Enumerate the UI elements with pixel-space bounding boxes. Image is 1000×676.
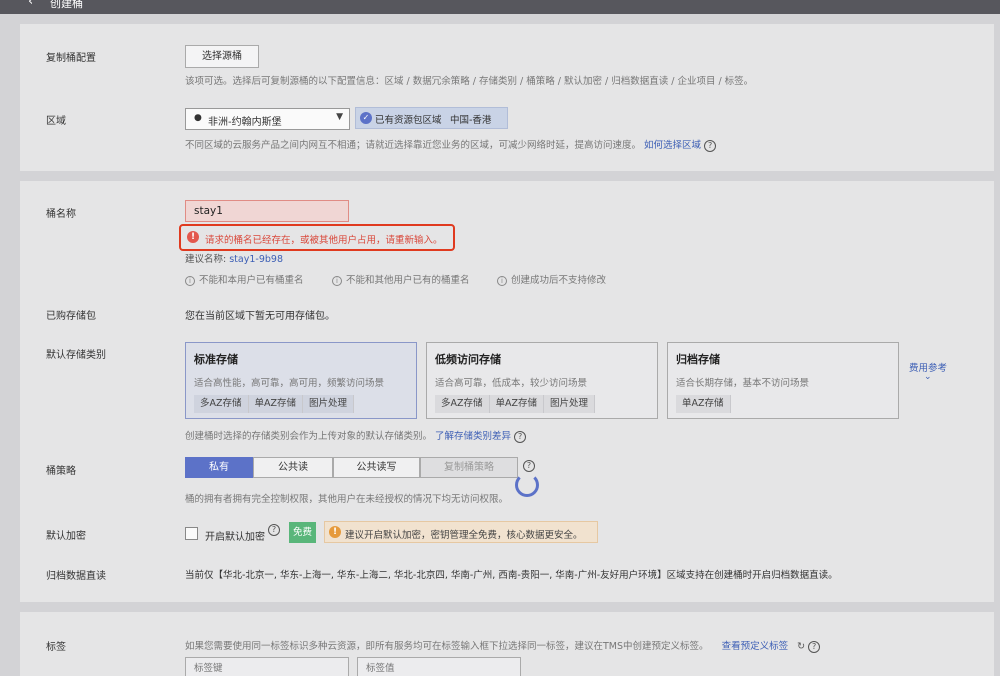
single-az-tag: 单AZ存储	[248, 395, 304, 413]
archive-label: 归档数据直读	[46, 571, 106, 582]
policy-label: 桶策略	[46, 466, 76, 477]
bucket-name-value: stay1	[194, 205, 223, 217]
image-processing-tag: 图片处理	[303, 395, 355, 413]
warning-icon: !	[329, 526, 341, 538]
help-icon[interactable]: ?	[808, 640, 821, 653]
storage-class-hint: 创建桶时选择的存储类别会作为上传对象的默认存储类别。 了解存储类别差异 ?	[185, 428, 527, 443]
package-text: 您在当前区域下暂无可用存储包。	[185, 311, 335, 322]
free-badge: 免费	[289, 522, 316, 543]
select-source-bucket-button[interactable]: 选择源桶	[185, 45, 259, 68]
storage-tags: 单AZ存储	[676, 395, 731, 413]
help-icon[interactable]: ?	[514, 430, 527, 443]
policy-copy-button[interactable]: 复制桶策略	[420, 457, 518, 478]
storage-class-diff-link[interactable]: 了解存储类别差异	[435, 431, 511, 442]
tags-label: 标签	[46, 642, 66, 653]
rule-hint-2: i 不能和其他用户已有的桶重名	[332, 272, 470, 286]
policy-public-read-write-button[interactable]: 公共读写	[333, 457, 420, 478]
multi-az-tag: 多AZ存储	[435, 395, 490, 413]
view-predefined-tags-link[interactable]: 查看预定义标签	[722, 641, 789, 652]
region-label: 区域	[46, 116, 66, 127]
help-icon[interactable]: ?	[704, 139, 717, 152]
storage-class-hint-text: 创建桶时选择的存储类别会作为上传对象的默认存储类别。	[185, 431, 433, 442]
back-icon[interactable]: ‹	[28, 0, 33, 9]
region-select[interactable]: ● 非洲-约翰内斯堡 ▼	[185, 108, 350, 130]
thumbs-up-icon: ✓	[360, 112, 372, 124]
image-processing-tag: 图片处理	[544, 395, 596, 413]
badge-region: 中国-香港	[450, 115, 492, 126]
replication-hint: 该项可选。选择后可复制源桶的以下配置信息：区域 / 数据冗余策略 / 存储类别 …	[185, 76, 754, 87]
storage-desc: 适合高性能，高可靠，高可用，频繁访问场景	[194, 378, 385, 389]
multi-az-tag: 多AZ存储	[194, 395, 249, 413]
tags-hint: 如果您需要使用同一标签标识多种云资源，即所有服务均可在标签输入框下拉选择同一标签…	[185, 638, 821, 653]
chevron-down-icon[interactable]: ⌄	[924, 372, 932, 382]
storage-class-label: 默认存储类别	[46, 350, 106, 361]
how-to-choose-region-link[interactable]: 如何选择区域	[644, 140, 701, 151]
info-icon: i	[332, 275, 342, 286]
loading-spinner	[515, 473, 539, 497]
region-selected-value: 非洲-约翰内斯堡	[208, 117, 282, 128]
storage-tags: 多AZ存储 单AZ存储 图片处理	[194, 395, 355, 413]
info-icon: i	[497, 275, 507, 286]
resource-package-region-badge: ✓ 已有资源包区域 中国-香港	[355, 107, 508, 129]
encryption-checkbox-label: 开启默认加密	[205, 532, 265, 543]
storage-title: 标准存储	[194, 353, 238, 366]
top-bar: ‹ 创建桶	[0, 0, 1000, 14]
encryption-tip: ! 建议开启默认加密，密钥管理全免费，核心数据更安全。	[324, 521, 598, 543]
archive-text: 当前仅【华北-北京一, 华东-上海一, 华东-上海二, 华北-北京四, 华南-广…	[185, 570, 838, 581]
help-icon[interactable]: ?	[523, 460, 535, 472]
page-title: 创建桶	[50, 0, 83, 10]
tag-key-input[interactable]	[185, 657, 349, 676]
region-hint: 不同区域的云服务产品之间内网互不相通；请就近选择靠近您业务的区域，可减少网络时延…	[185, 137, 717, 152]
bucket-name-error-text: 请求的桶名已经存在，或被其他用户占用，请重新输入。	[205, 235, 443, 246]
suggested-name-value[interactable]: stay1-9b98	[229, 254, 283, 265]
storage-desc: 适合长期存储，基本不访问场景	[676, 378, 810, 389]
storage-option-standard[interactable]: 标准存储 适合高性能，高可靠，高可用，频繁访问场景 多AZ存储 单AZ存储 图片…	[185, 342, 417, 419]
refresh-icon[interactable]: ↻	[797, 641, 805, 652]
policy-public-read-button[interactable]: 公共读	[253, 457, 333, 478]
info-icon: i	[185, 275, 195, 286]
error-icon: !	[187, 231, 199, 243]
rule-text: 创建成功后不支持修改	[511, 275, 607, 286]
rule-hint-1: i 不能和本用户已有桶重名	[185, 272, 304, 286]
rule-hint-3: i 创建成功后不支持修改	[497, 272, 606, 286]
storage-option-archive[interactable]: 归档存储 适合长期存储，基本不访问场景 单AZ存储	[667, 342, 899, 419]
bucket-name-error-box: ! 请求的桶名已经存在，或被其他用户占用，请重新输入。	[179, 224, 455, 251]
single-az-tag: 单AZ存储	[676, 395, 731, 413]
badge-text: 已有资源包区域	[375, 115, 442, 126]
replication-label: 复制桶配置	[46, 53, 96, 64]
storage-tags: 多AZ存储 单AZ存储 图片处理	[435, 395, 596, 413]
policy-hint: 桶的拥有者拥有完全控制权限，其他用户在未经授权的情况下均无访问权限。	[185, 494, 509, 505]
rule-text: 不能和其他用户已有的桶重名	[346, 275, 470, 286]
storage-desc: 适合高可靠，低成本，较少访问场景	[435, 378, 588, 389]
encryption-tip-text: 建议开启默认加密，密钥管理全免费，核心数据更安全。	[345, 530, 583, 541]
package-label: 已购存储包	[46, 311, 96, 322]
suggested-name-label: 建议名称:	[185, 254, 227, 265]
help-icon[interactable]: ?	[268, 524, 280, 536]
storage-option-infrequent[interactable]: 低频访问存储 适合高可靠，低成本，较少访问场景 多AZ存储 单AZ存储 图片处理	[426, 342, 658, 419]
tag-value-input[interactable]	[357, 657, 521, 676]
bucket-name-label: 桶名称	[46, 209, 76, 220]
location-pin-icon: ●	[194, 113, 202, 123]
rule-text: 不能和本用户已有桶重名	[199, 275, 304, 286]
policy-private-button[interactable]: 私有	[185, 457, 253, 478]
tags-card: 标签 如果您需要使用同一标签标识多种云资源，即所有服务均可在标签输入框下拉选择同…	[20, 612, 994, 676]
suggested-name: 建议名称: stay1-9b98	[185, 251, 283, 265]
bucket-name-input[interactable]: stay1	[185, 200, 349, 222]
encryption-checkbox[interactable]	[185, 527, 198, 540]
chevron-down-icon: ▼	[336, 112, 343, 122]
encryption-label: 默认加密	[46, 531, 86, 542]
tags-hint-text: 如果您需要使用同一标签标识多种云资源，即所有服务均可在标签输入框下拉选择同一标签…	[185, 641, 709, 652]
basic-config-card: 复制桶配置 选择源桶 该项可选。选择后可复制源桶的以下配置信息：区域 / 数据冗…	[20, 24, 994, 171]
bucket-config-card: 桶名称 stay1 ! 请求的桶名已经存在，或被其他用户占用，请重新输入。 建议…	[20, 181, 994, 602]
storage-title: 归档存储	[676, 353, 720, 366]
storage-title: 低频访问存储	[435, 353, 501, 366]
single-az-tag: 单AZ存储	[489, 395, 545, 413]
region-hint-text: 不同区域的云服务产品之间内网互不相通；请就近选择靠近您业务的区域，可减少网络时延…	[185, 140, 642, 151]
